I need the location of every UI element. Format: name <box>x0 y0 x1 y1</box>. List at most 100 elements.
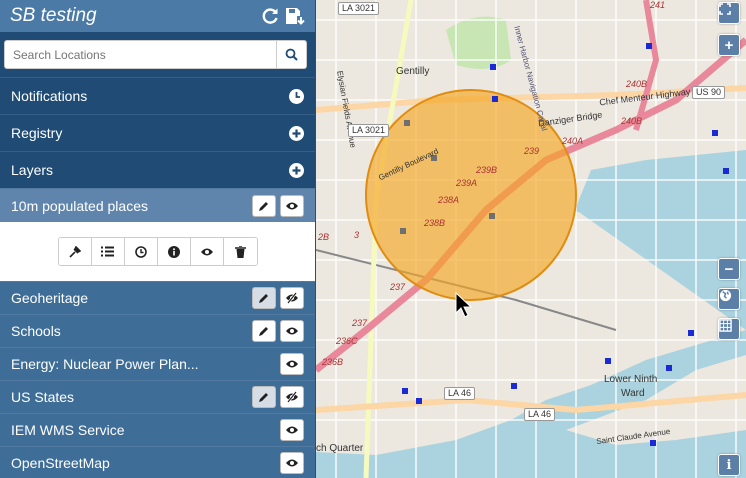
exit-label: 236B <box>322 357 344 367</box>
info-icon <box>167 245 180 258</box>
search-input[interactable] <box>4 40 277 69</box>
zoom-to-layer-button[interactable] <box>58 238 92 265</box>
layer-label: Schools <box>11 323 61 339</box>
pencil-icon <box>259 294 268 303</box>
layer-row-nuclear-power[interactable]: Energy: Nuclear Power Plan... <box>0 347 315 380</box>
exit-label: 238A <box>438 195 460 205</box>
pencil-icon <box>259 327 268 336</box>
eye-icon <box>286 327 298 335</box>
clock-icon <box>134 245 147 258</box>
eye-icon <box>286 426 298 434</box>
map-view[interactable]: Gentilly Elysian Fields Avenue Chef Ment… <box>316 0 746 478</box>
exit-label: 236C <box>336 336 358 346</box>
toggle-visibility-button[interactable] <box>280 452 304 474</box>
edit-layer-button[interactable] <box>252 386 276 408</box>
section-notifications[interactable]: Notifications <box>0 77 315 114</box>
delete-layer-button[interactable] <box>223 238 257 265</box>
poi-marker[interactable] <box>646 43 652 49</box>
edit-layer-button[interactable] <box>252 194 276 217</box>
toggle-visibility-button[interactable] <box>280 320 304 342</box>
shield-us90: US 90 <box>692 86 726 99</box>
add-circle-icon <box>289 162 304 178</box>
toggle-visibility-button[interactable] <box>280 353 304 375</box>
layer-label: Energy: Nuclear Power Plan... <box>11 356 199 372</box>
poi-marker[interactable] <box>511 383 517 389</box>
poi-marker[interactable] <box>666 365 672 371</box>
eye-icon <box>286 360 298 368</box>
section-label: Notifications <box>11 88 88 104</box>
eye-slash-icon <box>286 292 298 304</box>
layer-row-openstreetmap[interactable]: OpenStreetMap <box>0 446 315 478</box>
toggle-visibility-button[interactable] <box>280 194 304 217</box>
poi-marker[interactable] <box>492 96 498 102</box>
layer-visibility-button[interactable] <box>190 238 224 265</box>
layer-label: US States <box>11 389 75 405</box>
grey-place-marker[interactable] <box>404 120 410 126</box>
attribute-table-button[interactable] <box>91 238 125 265</box>
shield-la46-b: LA 46 <box>524 408 556 421</box>
save-icon[interactable] <box>285 7 305 25</box>
list-icon <box>101 246 114 257</box>
basemap-button[interactable] <box>718 288 740 310</box>
plus-icon: + <box>724 36 734 54</box>
poi-marker[interactable] <box>416 398 422 404</box>
side-panel: SB testing Notifications Registry Layers… <box>0 0 316 478</box>
edit-layer-button[interactable] <box>252 320 276 342</box>
grey-place-marker[interactable] <box>489 213 495 219</box>
table-button[interactable] <box>718 318 740 340</box>
layer-info-button[interactable] <box>157 238 191 265</box>
add-circle-icon <box>289 125 304 141</box>
fullscreen-button[interactable] <box>718 2 740 24</box>
pencil-icon <box>259 393 268 402</box>
exit-label: 239 <box>524 146 540 156</box>
poi-marker[interactable] <box>490 64 496 70</box>
exit-label: 240B <box>626 79 648 89</box>
toggle-visibility-button[interactable] <box>280 386 304 408</box>
layer-row-schools[interactable]: Schools <box>0 314 315 347</box>
shield-la3021: LA 3021 <box>348 124 390 137</box>
refresh-icon[interactable] <box>261 7 279 25</box>
layer-label: 10m populated places <box>11 197 148 214</box>
toggle-visibility-button[interactable] <box>280 287 304 309</box>
zoom-out-button[interactable]: − <box>718 258 740 280</box>
map-label-french-quarter: ch Quarter <box>316 443 364 454</box>
poi-marker[interactable] <box>712 130 718 136</box>
exit-label: 239B <box>476 165 498 175</box>
search-bar <box>0 32 315 77</box>
exit-label: 238B <box>424 218 446 228</box>
layer-label: Geoheritage <box>11 290 89 306</box>
exit-label: 3 <box>354 230 360 240</box>
layer-row-us-states[interactable]: US States <box>0 380 315 413</box>
grey-place-marker[interactable] <box>400 228 406 234</box>
pencil-icon <box>259 201 268 211</box>
layer-row-geoheritage[interactable]: Geoheritage <box>0 281 315 314</box>
poi-marker[interactable] <box>650 440 656 446</box>
shield-la46-a: LA 46 <box>444 387 476 400</box>
search-icon <box>285 48 298 61</box>
layer-row-iem-wms[interactable]: IEM WMS Service <box>0 413 315 446</box>
info-icon: i <box>726 457 732 473</box>
section-registry[interactable]: Registry <box>0 114 315 151</box>
info-button[interactable]: i <box>718 454 740 476</box>
eye-icon <box>200 248 213 255</box>
eye-slash-icon <box>286 391 298 403</box>
search-button[interactable] <box>277 40 307 69</box>
canal-water <box>574 150 746 212</box>
globe-icon <box>719 289 732 302</box>
edit-layer-button[interactable] <box>252 287 276 309</box>
poi-marker[interactable] <box>688 330 694 336</box>
section-label: Layers <box>11 162 54 178</box>
exit-label: 240A <box>562 136 584 146</box>
poi-marker[interactable] <box>723 168 729 174</box>
zoom-in-button[interactable]: + <box>718 34 740 56</box>
poi-marker[interactable] <box>605 358 611 364</box>
section-layers[interactable]: Layers <box>0 151 315 188</box>
shield-la3021-top: LA 3021 <box>338 2 380 15</box>
clock-icon <box>289 88 304 104</box>
section-label: Registry <box>11 125 63 141</box>
map-label-ward: Ward <box>621 388 645 399</box>
poi-marker[interactable] <box>402 388 408 394</box>
layer-row-10m-populated-places[interactable]: 10m populated places <box>0 188 315 222</box>
toggle-visibility-button[interactable] <box>280 419 304 441</box>
history-button[interactable] <box>124 238 158 265</box>
